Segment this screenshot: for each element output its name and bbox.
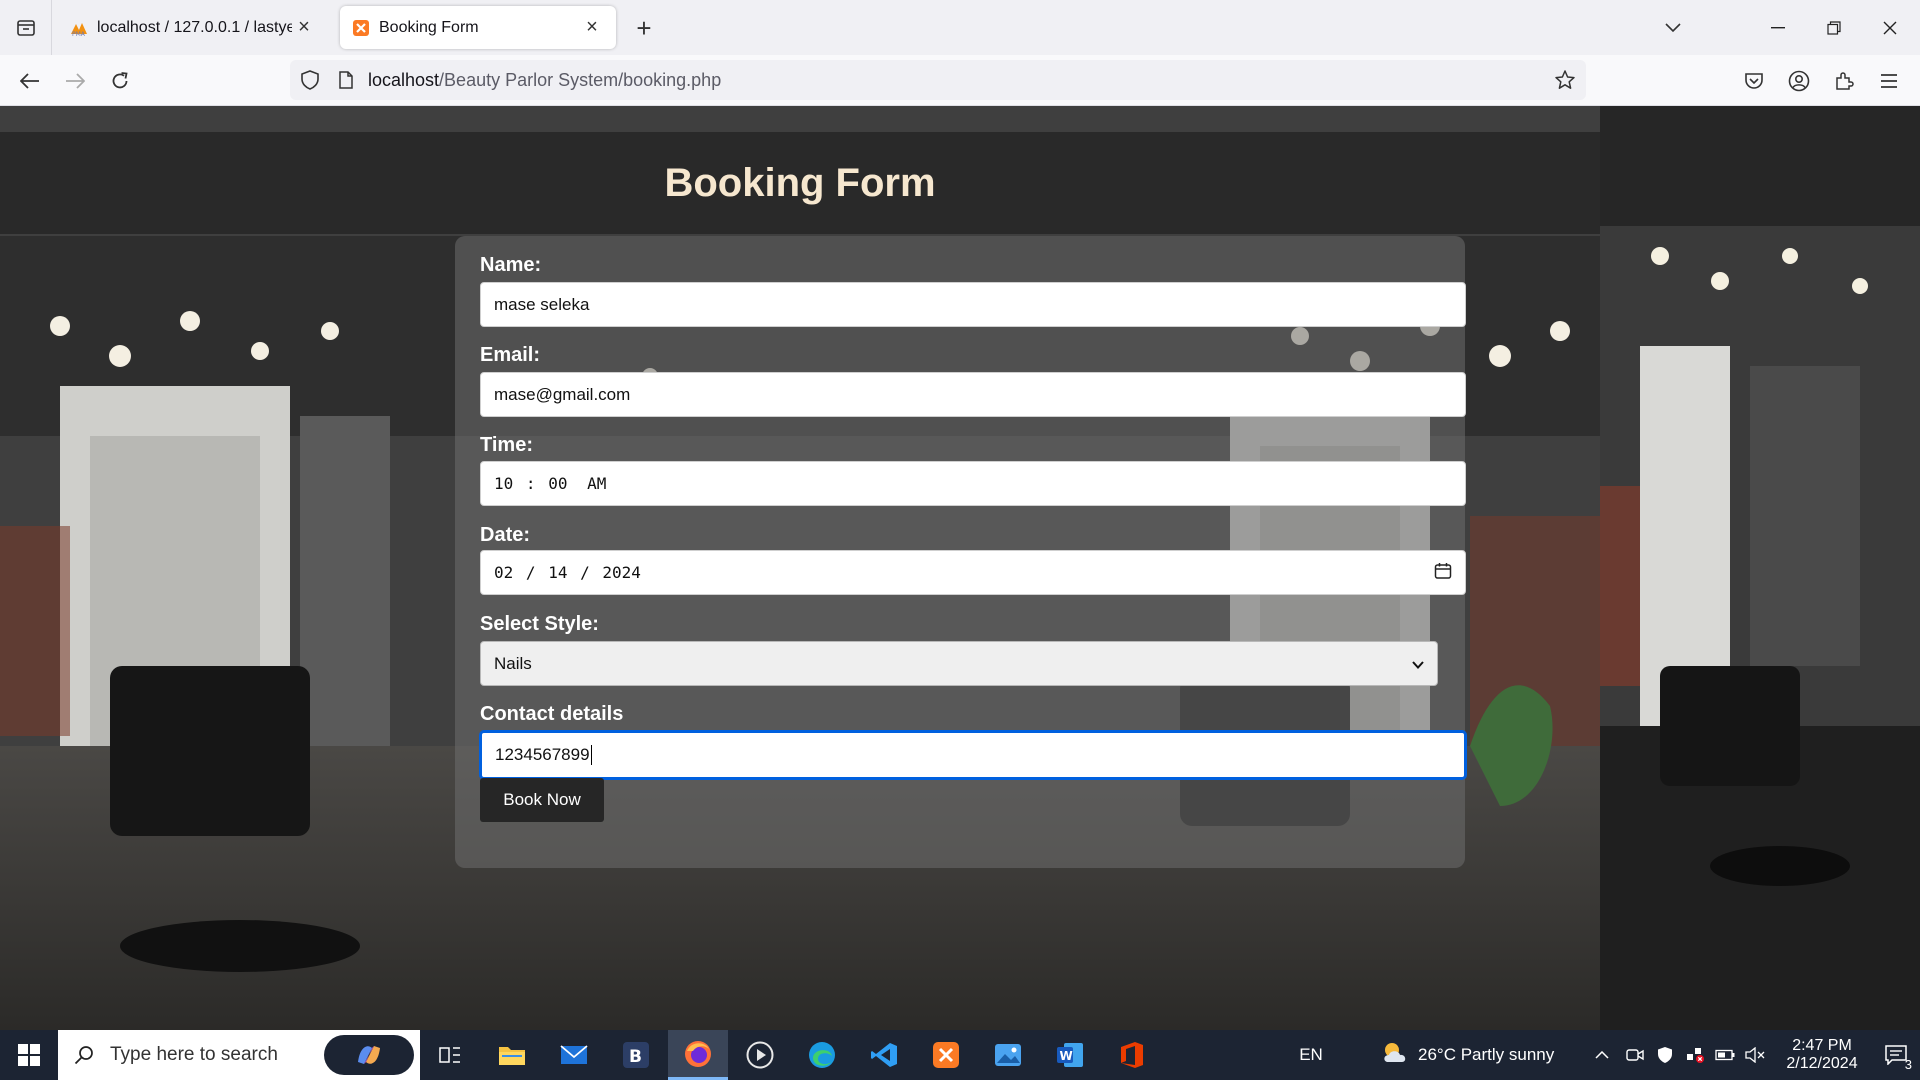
style-label: Select Style: xyxy=(480,613,599,635)
address-bar[interactable]: localhost/Beauty Parlor System/booking.p… xyxy=(290,60,1586,100)
date-label: Date: xyxy=(480,524,531,546)
bootstrap-studio-icon[interactable]: B xyxy=(606,1030,666,1080)
email-value: mase@gmail.com xyxy=(494,384,631,404)
security-shield-icon[interactable] xyxy=(1652,1030,1678,1080)
time-period[interactable]: AM xyxy=(587,474,606,493)
tab-booking-form[interactable]: Booking Form × xyxy=(340,6,616,49)
show-hidden-icons-chevron-icon[interactable] xyxy=(1592,1030,1612,1080)
battery-icon[interactable] xyxy=(1712,1030,1738,1080)
volume-muted-icon[interactable] xyxy=(1742,1030,1768,1080)
minimize-window-icon[interactable] xyxy=(1750,0,1806,55)
language-indicator[interactable]: EN xyxy=(1296,1030,1326,1080)
svg-text:B: B xyxy=(629,1047,642,1067)
partly-sunny-icon xyxy=(1380,1040,1410,1071)
new-tab-button[interactable]: + xyxy=(628,12,660,44)
date-separator: / xyxy=(525,563,536,582)
date-year[interactable]: 2024 xyxy=(602,563,641,582)
date-separator: / xyxy=(580,563,590,582)
tab-title: localhost / 127.0.0.1 / lastyear / xyxy=(97,18,292,36)
close-tab-icon[interactable]: × xyxy=(580,16,604,40)
search-icon xyxy=(58,1045,110,1065)
date-input[interactable]: 02 / 14 / 2024 xyxy=(480,550,1466,595)
mail-icon[interactable] xyxy=(544,1030,604,1080)
booking-form: Name: mase seleka Email: mase@gmail.com … xyxy=(455,236,1467,868)
text-cursor xyxy=(590,745,592,765)
book-now-button[interactable]: Book Now xyxy=(480,778,604,822)
page-info-icon[interactable] xyxy=(330,71,362,89)
firefox-icon[interactable] xyxy=(668,1030,728,1080)
chevron-down-icon xyxy=(1412,654,1424,674)
page-title: Booking Form xyxy=(664,160,936,205)
svg-text:PMA: PMA xyxy=(72,31,86,37)
weather-widget[interactable]: 26°C Partly sunny xyxy=(1380,1030,1570,1080)
office-icon[interactable] xyxy=(1102,1030,1162,1080)
account-icon[interactable] xyxy=(1781,63,1817,99)
forward-button[interactable] xyxy=(57,63,93,99)
restore-window-icon[interactable] xyxy=(1806,0,1862,55)
taskbar-search-box[interactable]: Type here to search xyxy=(58,1030,420,1080)
word-icon[interactable]: W xyxy=(1040,1030,1100,1080)
weather-text: 26°C Partly sunny xyxy=(1418,1045,1555,1064)
photos-icon[interactable] xyxy=(978,1030,1038,1080)
close-window-icon[interactable] xyxy=(1862,0,1918,55)
system-clock[interactable]: 2:47 PM 2/12/2024 xyxy=(1772,1030,1872,1080)
url-host: localhost xyxy=(368,69,440,90)
bookmark-star-icon[interactable] xyxy=(1554,69,1576,96)
page-header: Booking Form xyxy=(0,132,1600,234)
edge-icon[interactable] xyxy=(792,1030,852,1080)
back-button[interactable] xyxy=(12,63,48,99)
task-view-icon[interactable] xyxy=(420,1030,480,1080)
contact-input[interactable]: 1234567899 xyxy=(479,730,1467,780)
page-viewport: Booking Form Name: mase seleka Email: ma… xyxy=(0,106,1920,1030)
extensions-icon[interactable] xyxy=(1826,63,1862,99)
name-input[interactable]: mase seleka xyxy=(480,282,1466,327)
close-tab-icon[interactable]: × xyxy=(292,16,316,40)
notification-count-badge: 3 xyxy=(1904,1057,1912,1072)
network-error-icon[interactable] xyxy=(1682,1030,1708,1080)
clock-time: 2:47 PM xyxy=(1792,1037,1852,1054)
notification-center-icon[interactable]: 3 xyxy=(1872,1030,1920,1080)
style-selected-value: Nails xyxy=(494,653,532,673)
search-placeholder: Type here to search xyxy=(110,1044,278,1065)
tab-list-icon[interactable] xyxy=(0,0,52,55)
menu-icon[interactable] xyxy=(1871,63,1907,99)
browser-tab-bar: PMA localhost / 127.0.0.1 / lastyear / ×… xyxy=(0,0,1920,55)
xampp-taskbar-icon[interactable] xyxy=(916,1030,976,1080)
calendar-icon[interactable] xyxy=(1434,562,1452,584)
xampp-icon xyxy=(352,19,370,37)
pocket-icon[interactable] xyxy=(1736,63,1772,99)
tab-phpmyadmin[interactable]: PMA localhost / 127.0.0.1 / lastyear / × xyxy=(58,6,328,49)
time-hour[interactable]: 10 xyxy=(494,474,513,493)
media-player-icon[interactable] xyxy=(730,1030,790,1080)
windows-taskbar: Type here to search B W EN 26°C Partly s… xyxy=(0,1030,1920,1080)
contact-label: Contact details xyxy=(480,703,624,725)
email-label: Email: xyxy=(480,344,541,366)
phpmyadmin-icon: PMA xyxy=(70,19,88,38)
salon-background-image xyxy=(1600,106,1920,1030)
style-select[interactable]: Nails xyxy=(480,641,1438,686)
email-input[interactable]: mase@gmail.com xyxy=(480,372,1466,417)
time-label: Time: xyxy=(480,434,533,456)
windows-start-icon[interactable] xyxy=(0,1030,58,1080)
navigation-toolbar: localhost/Beauty Parlor System/booking.p… xyxy=(0,55,1920,106)
url-path: /Beauty Parlor System/booking.php xyxy=(439,69,722,90)
tab-title: Booking Form xyxy=(379,18,479,36)
time-input[interactable]: 10 : 00 AM xyxy=(480,461,1466,506)
svg-text:W: W xyxy=(1060,1049,1073,1063)
name-value: mase seleka xyxy=(494,294,590,314)
reload-button[interactable] xyxy=(102,63,138,99)
meet-now-icon[interactable] xyxy=(1622,1030,1648,1080)
file-explorer-icon[interactable] xyxy=(482,1030,542,1080)
clock-date: 2/12/2024 xyxy=(1786,1055,1858,1072)
time-separator: : xyxy=(525,474,536,493)
list-all-tabs-icon[interactable] xyxy=(1645,0,1701,55)
date-month[interactable]: 02 xyxy=(494,563,513,582)
shield-icon[interactable] xyxy=(290,70,330,90)
copilot-icon[interactable] xyxy=(324,1035,414,1075)
contact-value: 1234567899 xyxy=(495,745,590,764)
time-minute[interactable]: 00 xyxy=(548,474,567,493)
vscode-icon[interactable] xyxy=(854,1030,914,1080)
date-day[interactable]: 14 xyxy=(548,563,567,582)
name-label: Name: xyxy=(480,254,542,276)
